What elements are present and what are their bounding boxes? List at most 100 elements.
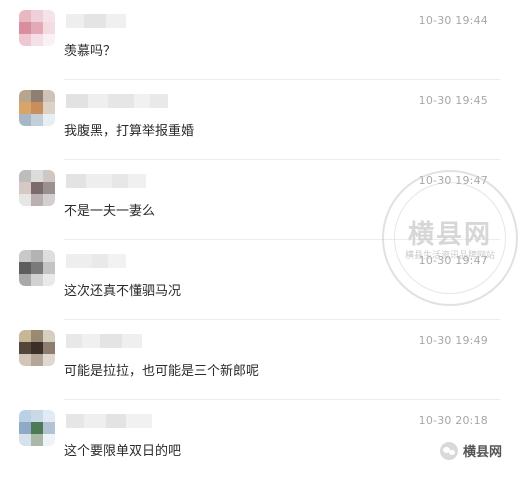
avatar-pixel [31,90,43,102]
watermark-subtitle: 横县生活资讯品牌网站 [404,251,495,261]
username-pixel [66,414,84,428]
avatar-pixel [31,182,43,194]
avatar-pixel [31,262,43,274]
avatar-pixel [19,114,31,126]
username-blurred[interactable] [66,94,168,108]
avatar-pixel [19,410,31,422]
avatar-pixel [31,102,43,114]
avatar-pixel [31,250,43,262]
avatar-pixel [31,422,43,434]
avatar-pixel [19,10,31,22]
avatar-pixel [43,330,55,342]
username-pixel [84,414,106,428]
avatar-pixel [19,34,31,46]
brand-text: 横县网 [462,445,502,460]
avatar[interactable] [19,90,55,126]
comment-time: 10-30 19:45 [418,94,488,107]
avatar[interactable] [19,10,55,46]
avatar-pixel [43,170,55,182]
avatar-pixel [43,22,55,34]
avatar-pixel [19,354,31,366]
comment-time: 10-30 19:44 [418,14,488,27]
avatar-pixel [43,102,55,114]
avatar-pixel [31,114,43,126]
username-blurred[interactable] [66,14,126,28]
avatar-pixel [43,262,55,274]
username-pixel [66,174,86,188]
avatar-pixel [19,182,31,194]
avatar[interactable] [19,170,55,206]
avatar-pixel [31,34,43,46]
comment-text: 这个要限单双日的吧 [64,444,182,459]
avatar-pixel [43,410,55,422]
avatar-pixel [43,194,55,206]
avatar-pixel [31,342,43,354]
avatar-pixel [19,102,31,114]
avatar-pixel [43,274,55,286]
avatar-pixel [19,262,31,274]
username-pixel [66,94,88,108]
username-pixel [100,334,122,348]
wechat-icon [439,441,458,460]
username-pixel [126,414,152,428]
username-blurred[interactable] [66,334,142,348]
username-blurred[interactable] [66,414,152,428]
avatar-pixel [19,90,31,102]
comment-item: 10-30 20:18 这个要限单双日的吧 [0,400,520,480]
avatar-pixel [19,342,31,354]
avatar-pixel [19,434,31,446]
avatar-pixel [19,194,31,206]
username-pixel [108,254,126,268]
comment-item: 10-30 19:45 我腹黑，打算举报重婚 [0,80,520,160]
avatar[interactable] [19,250,55,286]
comment-item: 10-30 19:49 可能是拉拉，也可能是三个新郎呢 [0,320,520,400]
avatar-pixel [43,34,55,46]
username-pixel [66,334,82,348]
username-pixel [106,414,126,428]
avatar[interactable] [19,330,55,366]
username-pixel [88,94,108,108]
avatar-pixel [19,170,31,182]
username-pixel [134,94,150,108]
avatar-pixel [19,22,31,34]
username-pixel [82,334,100,348]
avatar-pixel [19,274,31,286]
avatar-pixel [43,434,55,446]
brand-mark: 横县网 [439,441,502,460]
avatar-pixel [19,422,31,434]
avatar-pixel [31,354,43,366]
avatar-pixel [43,422,55,434]
avatar-pixel [31,274,43,286]
username-blurred[interactable] [66,174,146,188]
comment-text: 我腹黑，打算举报重婚 [64,124,195,139]
comment-item: 10-30 19:44 羡慕吗？ [0,0,520,80]
avatar[interactable] [19,410,55,446]
username-pixel [108,94,134,108]
avatar-pixel [31,170,43,182]
comment-text: 这次还真不懂驷马况 [64,284,182,299]
comment-time: 10-30 20:18 [418,414,488,427]
avatar-pixel [31,194,43,206]
comment-text: 羡慕吗？ [64,44,117,59]
username-pixel [128,174,146,188]
watermark-title: 横县网 [407,220,492,250]
avatar-pixel [43,354,55,366]
username-pixel [92,254,108,268]
username-pixel [112,174,128,188]
avatar-pixel [43,250,55,262]
comment-time: 10-30 19:49 [418,334,488,347]
username-pixel [106,14,126,28]
avatar-pixel [31,330,43,342]
comment-text: 不是一夫一妻么 [64,204,156,219]
avatar-pixel [43,10,55,22]
avatar-pixel [31,410,43,422]
username-pixel [150,94,168,108]
avatar-pixel [31,10,43,22]
avatar-pixel [43,90,55,102]
username-pixel [84,14,106,28]
username-pixel [66,14,84,28]
username-blurred[interactable] [66,254,126,268]
avatar-pixel [19,250,31,262]
avatar-pixel [43,342,55,354]
watermark-seal: 横县网 横县生活资讯品牌网站 [382,170,518,306]
